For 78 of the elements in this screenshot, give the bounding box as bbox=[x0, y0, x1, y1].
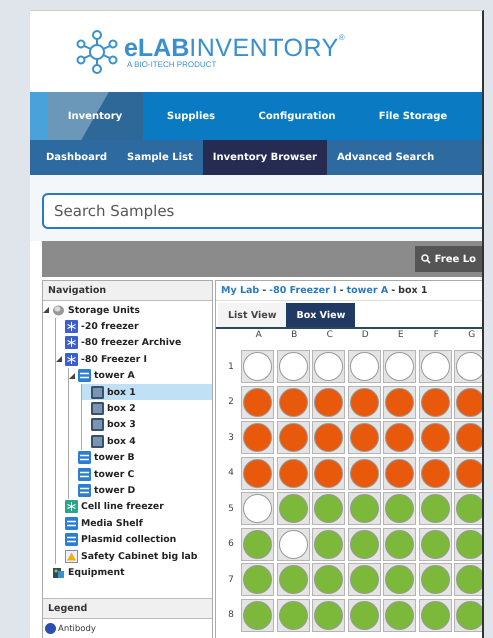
brand-tagline: A BIO-ITECH PRODUCT bbox=[127, 60, 218, 69]
search-icon bbox=[420, 254, 431, 264]
tree-item[interactable]: Cell line freezer bbox=[56, 498, 212, 516]
view-tab[interactable]: Box View bbox=[286, 303, 356, 327]
tree-item[interactable]: tower D bbox=[69, 482, 212, 499]
legend-label: Antibody bbox=[58, 624, 96, 634]
molecule-logo-icon bbox=[74, 28, 120, 74]
shelf-icon bbox=[78, 484, 91, 497]
cylinder-icon bbox=[52, 304, 65, 317]
panel-header: Navigation bbox=[43, 281, 212, 301]
tree-item[interactable]: -80 Freezer I bbox=[56, 351, 212, 368]
row-label: 4 bbox=[227, 468, 235, 478]
free-location-button[interactable]: Free Lo bbox=[414, 246, 482, 272]
subnav-tab[interactable]: Inventory Browser bbox=[202, 140, 327, 175]
equipment-icon bbox=[52, 566, 65, 579]
column-label: E bbox=[396, 330, 405, 342]
expander-icon[interactable] bbox=[43, 307, 49, 314]
breadcrumb-current: box 1 bbox=[398, 285, 428, 296]
tree-item[interactable]: tower A bbox=[69, 368, 212, 384]
tree-item[interactable]: tower B bbox=[69, 450, 212, 466]
box-icon bbox=[91, 386, 104, 399]
expander-icon[interactable] bbox=[56, 356, 62, 362]
tree-item[interactable]: Plasmid collection bbox=[56, 531, 212, 548]
tree-item[interactable]: box 2 bbox=[82, 400, 212, 417]
nav-tab[interactable]: Configuration bbox=[239, 92, 355, 140]
row-label: 6 bbox=[227, 539, 235, 550]
breadcrumb-separator: - bbox=[340, 285, 344, 296]
subnav-tab[interactable]: Advanced Search bbox=[326, 140, 444, 175]
breadcrumb-link[interactable]: tower A bbox=[346, 285, 388, 296]
column-label: G bbox=[467, 330, 476, 342]
snowflake-icon bbox=[65, 336, 78, 350]
tree-item[interactable]: Storage Units bbox=[43, 302, 212, 318]
tree-item[interactable]: -80 freezer Archive bbox=[56, 334, 212, 352]
snowflake-icon bbox=[65, 352, 78, 366]
shelf-icon bbox=[78, 451, 91, 464]
row-label: 3 bbox=[227, 432, 235, 443]
tree-item[interactable]: box 3 bbox=[82, 416, 212, 434]
row-label: 1 bbox=[227, 362, 235, 372]
breadcrumb-separator: - bbox=[262, 285, 266, 296]
column-label: C bbox=[326, 330, 334, 342]
tree-item[interactable]: box 1 bbox=[82, 384, 212, 400]
row-label: 5 bbox=[227, 504, 235, 514]
subnav-tab[interactable]: Sample List bbox=[117, 140, 203, 175]
nav-tab[interactable]: Supplies bbox=[143, 92, 239, 140]
tree-item[interactable]: -20 freezer bbox=[56, 318, 212, 335]
snowflake-icon bbox=[65, 320, 78, 334]
tree-item[interactable]: Safety Cabinet big lab bbox=[56, 548, 212, 564]
shelf-icon bbox=[65, 533, 78, 546]
subnav-tab[interactable]: Dashboard bbox=[36, 140, 117, 175]
column-label: D bbox=[360, 330, 370, 342]
row-label: 7 bbox=[227, 574, 235, 585]
view-tab[interactable]: List View bbox=[218, 303, 286, 327]
box-icon bbox=[91, 434, 104, 448]
tree-item[interactable]: box 4 bbox=[82, 433, 212, 450]
tree-item[interactable]: Media Shelf bbox=[56, 515, 212, 532]
box-icon bbox=[91, 402, 104, 416]
column-label: B bbox=[290, 330, 298, 342]
row-label: 8 bbox=[227, 610, 235, 620]
nav-tab[interactable]: File Storage bbox=[355, 92, 471, 140]
column-label: F bbox=[432, 330, 440, 342]
breadcrumb-separator: - bbox=[391, 285, 396, 296]
shelf-icon bbox=[65, 516, 78, 530]
column-label: A bbox=[254, 330, 263, 342]
expander-icon[interactable] bbox=[69, 372, 75, 379]
panel-header: Legend bbox=[43, 598, 212, 619]
warning-icon bbox=[65, 550, 78, 563]
tree-item[interactable]: tower C bbox=[69, 466, 212, 482]
shelf-icon bbox=[78, 468, 91, 481]
shelf-icon bbox=[78, 369, 91, 382]
snowflake-icon bbox=[65, 500, 78, 514]
search-field[interactable]: Search Samples bbox=[42, 193, 482, 229]
breadcrumb-link[interactable]: -80 Freezer I bbox=[269, 285, 337, 296]
brand-name: eLABINVENTORY$^{®}$ bbox=[124, 34, 345, 62]
row-label: 2 bbox=[227, 397, 235, 408]
box-icon bbox=[91, 418, 104, 432]
nav-bar-edge bbox=[30, 92, 47, 140]
tree-item[interactable]: Equipment bbox=[43, 564, 212, 581]
breadcrumb-link[interactable]: My Lab bbox=[221, 285, 260, 296]
